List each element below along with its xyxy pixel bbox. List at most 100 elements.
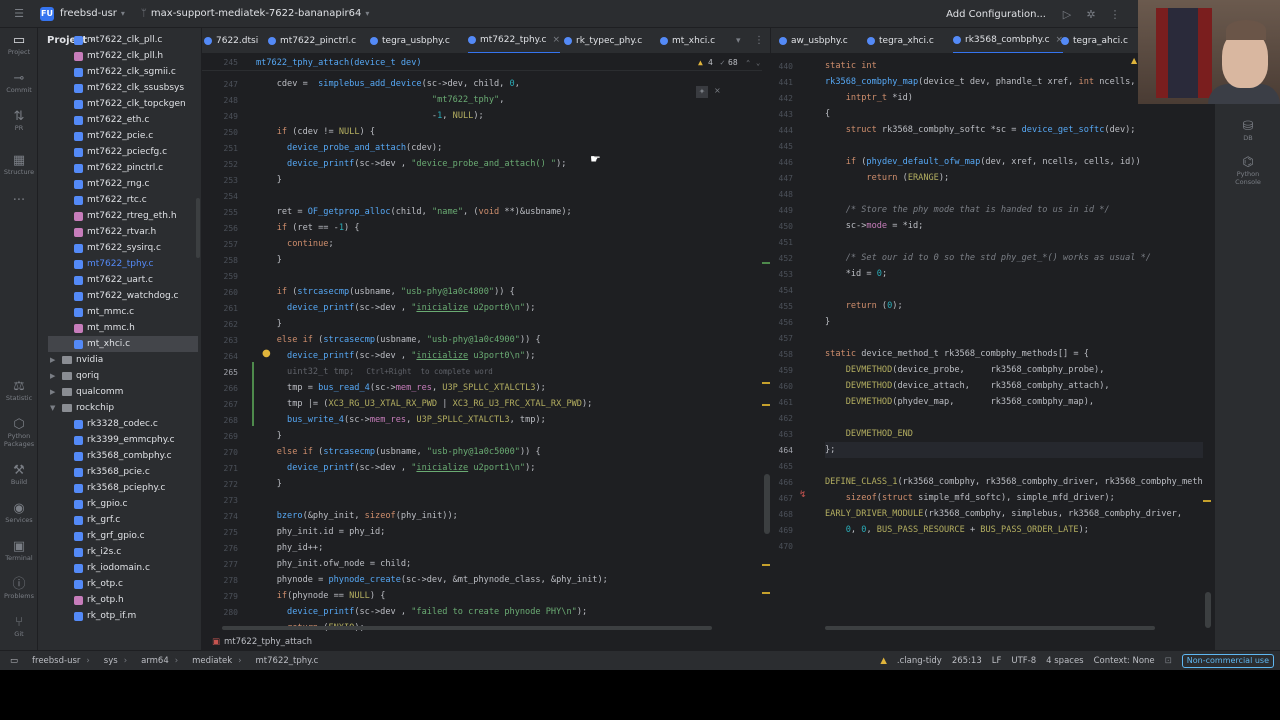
license-badge[interactable]: Non-commercial use	[1181, 654, 1274, 668]
code-line[interactable]: phy_init.ofw_node = child;	[256, 556, 412, 572]
line-number[interactable]: 267	[202, 400, 238, 409]
tree-file[interactable]: mt7622_eth.c	[74, 112, 149, 128]
right-editor-hscrollbar[interactable]	[825, 626, 1155, 630]
tree-file[interactable]: mt7622_rtvar.h	[74, 224, 156, 240]
code-line[interactable]: /* Set our id to 0 so the std phy_get_*(…	[825, 250, 1151, 266]
tree-folder[interactable]: ▶ qoriq	[50, 368, 99, 384]
line-number[interactable]: 460	[771, 382, 793, 391]
line-number[interactable]: 258	[202, 256, 238, 265]
code-line[interactable]: intptr_t *id)	[825, 90, 913, 106]
tree-file[interactable]: rk_otp_if.m	[74, 608, 136, 624]
tree-file[interactable]: mt_mmc.h	[74, 320, 135, 336]
path-segment[interactable]: mediatek	[192, 656, 232, 666]
tool-database[interactable]: ⛁ DB	[1229, 120, 1267, 143]
line-number[interactable]: 470	[771, 542, 793, 551]
previous-highlight-icon[interactable]: ⌃	[746, 55, 750, 71]
chevron-down-icon[interactable]: ▾	[736, 28, 741, 53]
line-number[interactable]: 262	[202, 320, 238, 329]
line-number[interactable]: 259	[202, 272, 238, 281]
tool-more[interactable]: ···	[0, 194, 38, 208]
editor-tab[interactable]: mt_xhci.c	[660, 28, 715, 53]
context-indicator[interactable]: Context: None	[1094, 656, 1155, 666]
project-badge[interactable]: FU	[40, 6, 54, 21]
code-line[interactable]: device_printf(sc->dev , "inicialize u3po…	[256, 348, 535, 364]
code-line[interactable]: ret = OF_getprop_alloc(child, "name", (v…	[256, 204, 572, 220]
tree-file[interactable]: rk_grf.c	[74, 512, 120, 528]
project-name[interactable]: freebsd-usr	[60, 8, 117, 19]
code-line[interactable]: EARLY_DRIVER_MODULE(rk3568_combphy, simp…	[825, 506, 1182, 522]
code-line[interactable]: };	[825, 442, 1203, 458]
line-number[interactable]: 269	[202, 432, 238, 441]
line-number[interactable]: 268	[202, 416, 238, 425]
line-number[interactable]: 257	[202, 240, 238, 249]
tool-python-packages[interactable]: ⬡ Python Packages	[0, 418, 38, 449]
line-number[interactable]: 264	[202, 352, 238, 361]
code-line[interactable]: }	[256, 428, 282, 444]
code-line[interactable]: phy_init.id = phy_id;	[256, 524, 386, 540]
code-line[interactable]: -1, NULL);	[256, 108, 484, 124]
close-icon[interactable]: ×	[714, 86, 721, 95]
tree-file[interactable]: rk3399_emmcphy.c	[74, 432, 175, 448]
line-number[interactable]: 248	[202, 96, 238, 105]
tool-build[interactable]: ⚒ Build	[0, 464, 38, 487]
code-line[interactable]: DEFINE_CLASS_1(rk3568_combphy, rk3568_co…	[825, 474, 1203, 490]
tree-file[interactable]: mt7622_pciecfg.c	[74, 144, 167, 160]
weak-warning-icon[interactable]: ✓	[720, 55, 725, 71]
line-number[interactable]: 256	[202, 224, 238, 233]
code-line[interactable]: device_printf(sc->dev , "inicialize u2po…	[256, 300, 535, 316]
line-number[interactable]: 249	[202, 112, 238, 121]
code-line[interactable]: }	[825, 314, 830, 330]
tree-file[interactable]: rk_otp.c	[74, 576, 123, 592]
tree-file[interactable]: rk_i2s.c	[74, 544, 121, 560]
tool-python-console[interactable]: ⌬ Python Console	[1229, 156, 1267, 187]
line-number[interactable]: 263	[202, 336, 238, 345]
line-number[interactable]: 271	[202, 464, 238, 473]
run-icon[interactable]: ▷	[1058, 8, 1076, 21]
line-number[interactable]: 465	[771, 462, 793, 471]
line-number[interactable]: 442	[771, 94, 793, 103]
caret-position[interactable]: 265:13	[952, 656, 982, 666]
tree-file[interactable]: mt7622_uart.c	[74, 272, 153, 288]
line-number[interactable]: 464	[771, 446, 793, 455]
code-line[interactable]: }	[256, 476, 282, 492]
code-line[interactable]: 0, 0, BUS_PASS_RESOURCE + BUS_PASS_ORDER…	[825, 522, 1089, 538]
line-number[interactable]: 447	[771, 174, 793, 183]
line-number[interactable]: 279	[202, 592, 238, 601]
code-line[interactable]: DEVMETHOD_END	[825, 426, 913, 442]
code-line[interactable]: if (phydev_default_ofw_map(dev, xref, nc…	[825, 154, 1141, 170]
chevron-right-icon[interactable]: ▶	[50, 352, 60, 368]
tree-file[interactable]: rk3568_combphy.c	[74, 448, 172, 464]
tree-file[interactable]: mt7622_clk_sgmii.c	[74, 64, 176, 80]
tree-file[interactable]: mt_xhci.c	[48, 336, 198, 352]
editor-tab[interactable]: mt7622_tphy.c ×	[468, 28, 561, 53]
chevron-down-icon[interactable]: ▾	[121, 9, 125, 18]
code-breadcrumb[interactable]: ▣ mt7622_tphy_attach	[202, 634, 770, 650]
line-number[interactable]: 463	[771, 430, 793, 439]
line-number[interactable]: 260	[202, 288, 238, 297]
line-number[interactable]: 455	[771, 302, 793, 311]
warning-icon[interactable]: ▲	[698, 55, 703, 71]
tool-services[interactable]: ◉ Services	[0, 502, 38, 525]
tree-file[interactable]: mt7622_clk_pll.h	[74, 48, 163, 64]
more-tabs-icon[interactable]: ⋮	[754, 28, 764, 53]
tree-file[interactable]: mt_mmc.c	[74, 304, 134, 320]
line-number[interactable]: 261	[202, 304, 238, 313]
warning-icon[interactable]: ▲	[880, 656, 887, 666]
breadcrumb-function[interactable]: mt7622_tphy_attach	[224, 637, 312, 647]
line-number[interactable]: 253	[202, 176, 238, 185]
main-menu-icon[interactable]: ☰	[0, 7, 38, 20]
lock-icon[interactable]: ⊡	[1165, 656, 1172, 666]
line-number[interactable]: 458	[771, 350, 793, 359]
tree-file[interactable]: rk3568_pciephy.c	[74, 480, 165, 496]
editor-tab[interactable]: tegra_xhci.c	[867, 28, 934, 53]
line-number[interactable]: 280	[202, 608, 238, 617]
tree-folder[interactable]: ▶ qualcomm	[50, 384, 123, 400]
more-actions-icon[interactable]: ⋮	[1106, 8, 1124, 21]
chevron-right-icon[interactable]: ▶	[50, 384, 60, 400]
code-line[interactable]: return (0);	[825, 298, 903, 314]
tool-project[interactable]: ▭ Project	[0, 34, 38, 57]
right-editor-scrollbar[interactable]	[1205, 592, 1211, 628]
code-line[interactable]: bzero(&phy_init, sizeof(phy_init));	[256, 508, 458, 524]
line-number[interactable]: 466	[771, 478, 793, 487]
code-line[interactable]: }	[256, 252, 282, 268]
